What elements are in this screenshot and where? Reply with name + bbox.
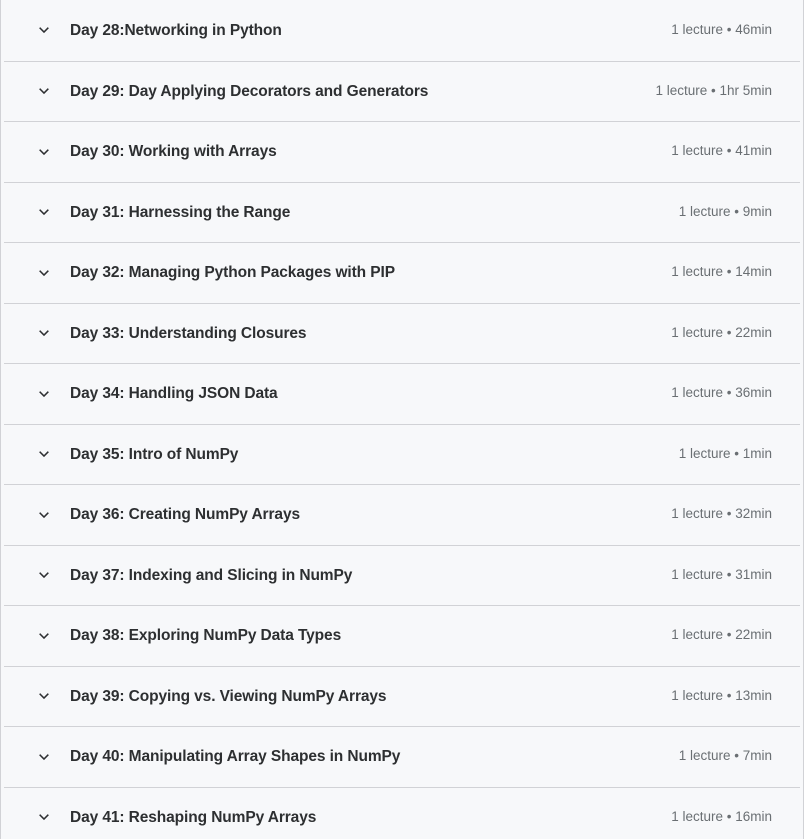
section-title-12: Day 40: Manipulating Array Shapes in Num…: [70, 748, 401, 766]
section-title-11: Day 39: Copying vs. Viewing NumPy Arrays: [70, 687, 387, 705]
chevron-down-icon-10[interactable]: [37, 629, 51, 643]
course-curriculum-list: Day 28:Networking in Python 1 lecture • …: [0, 0, 804, 839]
curriculum-section-row-4[interactable]: Day 32: Managing Python Packages with PI…: [4, 242, 800, 303]
section-title-0: Day 28:Networking in Python: [70, 21, 282, 39]
curriculum-section-row-6[interactable]: Day 34: Handling JSON Data 1 lecture • 3…: [4, 363, 800, 424]
curriculum-section-row-5[interactable]: Day 33: Understanding Closures 1 lecture…: [4, 302, 800, 363]
chevron-down-icon-9[interactable]: [37, 568, 51, 582]
chevron-down-icon-13[interactable]: [37, 810, 51, 824]
section-title-7: Day 35: Intro of NumPy: [70, 445, 239, 463]
chevron-down-icon-1[interactable]: [37, 84, 51, 98]
section-title-5: Day 33: Understanding Closures: [70, 324, 307, 342]
section-title-8: Day 36: Creating NumPy Arrays: [70, 506, 300, 524]
section-meta-13: 1 lecture • 16min: [671, 808, 772, 824]
curriculum-section-row-0[interactable]: Day 28:Networking in Python 1 lecture • …: [4, 0, 800, 61]
curriculum-section-row-2[interactable]: Day 30: Working with Arrays 1 lecture • …: [4, 121, 800, 182]
section-meta-5: 1 lecture • 22min: [671, 324, 772, 340]
section-meta-7: 1 lecture • 1min: [678, 445, 772, 461]
section-meta-12: 1 lecture • 7min: [678, 748, 772, 764]
section-meta-11: 1 lecture • 13min: [671, 687, 772, 703]
section-meta-10: 1 lecture • 22min: [671, 627, 772, 643]
chevron-down-icon-12[interactable]: [37, 750, 51, 764]
curriculum-section-row-3[interactable]: Day 31: Harnessing the Range 1 lecture •…: [4, 181, 800, 242]
section-title-3: Day 31: Harnessing the Range: [70, 203, 291, 221]
section-title-13: Day 41: Reshaping NumPy Arrays: [70, 808, 317, 826]
section-title-4: Day 32: Managing Python Packages with PI…: [70, 264, 395, 282]
chevron-down-icon-5[interactable]: [37, 326, 51, 340]
section-meta-1: 1 lecture • 1hr 5min: [655, 82, 772, 98]
section-title-9: Day 37: Indexing and Slicing in NumPy: [70, 566, 353, 584]
section-title-10: Day 38: Exploring NumPy Data Types: [70, 627, 342, 645]
curriculum-section-row-7[interactable]: Day 35: Intro of NumPy 1 lecture • 1min: [4, 423, 800, 484]
curriculum-section-row-11[interactable]: Day 39: Copying vs. Viewing NumPy Arrays…: [4, 665, 800, 726]
section-meta-0: 1 lecture • 46min: [671, 21, 772, 37]
section-title-1: Day 29: Day Applying Decorators and Gene…: [70, 82, 429, 100]
curriculum-section-row-9[interactable]: Day 37: Indexing and Slicing in NumPy 1 …: [4, 544, 800, 605]
curriculum-section-row-13[interactable]: Day 41: Reshaping NumPy Arrays 1 lecture…: [4, 786, 800, 839]
section-meta-2: 1 lecture • 41min: [671, 143, 772, 159]
section-meta-3: 1 lecture • 9min: [678, 203, 772, 219]
chevron-down-icon-3[interactable]: [37, 205, 51, 219]
chevron-down-icon-8[interactable]: [37, 508, 51, 522]
curriculum-section-row-8[interactable]: Day 36: Creating NumPy Arrays 1 lecture …: [4, 484, 800, 545]
curriculum-section-row-1[interactable]: Day 29: Day Applying Decorators and Gene…: [4, 60, 800, 121]
chevron-down-icon-11[interactable]: [37, 689, 51, 703]
chevron-down-icon-4[interactable]: [37, 266, 51, 280]
chevron-down-icon-6[interactable]: [37, 387, 51, 401]
curriculum-section-row-10[interactable]: Day 38: Exploring NumPy Data Types 1 lec…: [4, 605, 800, 666]
chevron-down-icon-0[interactable]: [37, 23, 51, 37]
section-meta-4: 1 lecture • 14min: [671, 264, 772, 280]
section-title-6: Day 34: Handling JSON Data: [70, 385, 278, 403]
chevron-down-icon-7[interactable]: [37, 447, 51, 461]
section-meta-6: 1 lecture • 36min: [671, 385, 772, 401]
chevron-down-icon-2[interactable]: [37, 145, 51, 159]
section-meta-9: 1 lecture • 31min: [671, 566, 772, 582]
curriculum-section-row-12[interactable]: Day 40: Manipulating Array Shapes in Num…: [4, 726, 800, 787]
section-title-2: Day 30: Working with Arrays: [70, 143, 277, 161]
section-meta-8: 1 lecture • 32min: [671, 506, 772, 522]
